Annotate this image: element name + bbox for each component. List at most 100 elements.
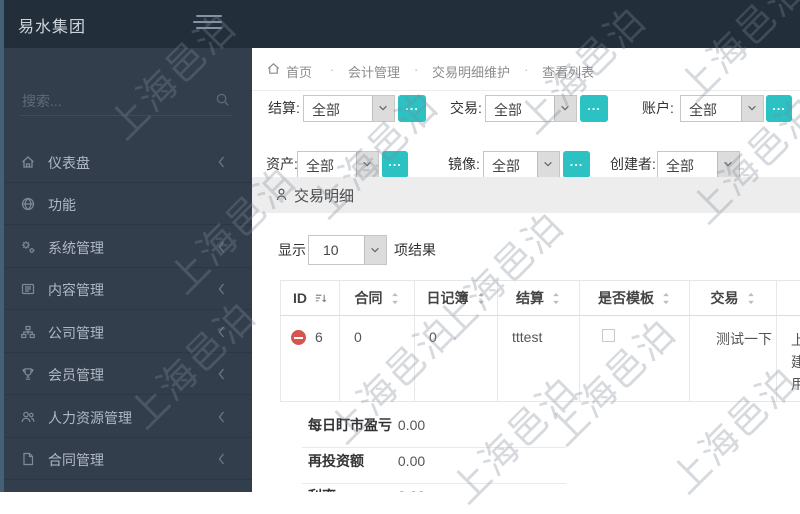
column-header-is-template[interactable]: 是否模板	[580, 280, 690, 316]
breadcrumb-separator: ·	[330, 62, 335, 77]
cell-settlement: tttest	[498, 316, 580, 402]
chevron-down-icon	[364, 236, 386, 264]
asset-filter-label: 资产:	[266, 156, 298, 172]
cell-contract-value: 0	[354, 329, 362, 345]
page-size-prefix: 显示	[278, 242, 306, 258]
sidebar-item-dashboard[interactable]: 仪表盘	[0, 141, 252, 183]
sidebar-item-company-mgmt[interactable]: 公司管理	[0, 311, 252, 353]
breadcrumb-item-trade-detail-maint[interactable]: 交易明细维护	[432, 62, 510, 81]
top-header-bar: 易水集团	[0, 0, 800, 48]
sidebar-item-system-mgmt[interactable]: 系统管理	[0, 226, 252, 268]
is-template-checkbox[interactable]	[602, 329, 615, 342]
column-header-label: 日记簿	[426, 290, 469, 306]
creator-filter-value: 全部	[666, 158, 694, 174]
sidebar-item-contract-mgmt[interactable]: 合同管理	[0, 438, 252, 480]
creator-filter-select[interactable]: 全部	[657, 151, 740, 178]
account-filter-label: 账户:	[642, 100, 674, 116]
trade-filter-label: 交易:	[450, 100, 482, 116]
chevron-down-icon	[554, 96, 576, 121]
column-header-journal[interactable]: 日记簿	[415, 280, 498, 316]
cell-is-template	[580, 316, 690, 402]
settlement-filter-select[interactable]: 全部	[303, 95, 395, 122]
chevron-down-icon	[372, 96, 394, 121]
sidebar-item-member-mgmt[interactable]: 会员管理	[0, 353, 252, 395]
asset-filter-more-button[interactable]: ...	[382, 151, 408, 178]
column-header-trade[interactable]: 交易	[690, 280, 777, 316]
newspaper-icon	[20, 281, 36, 297]
contract-icon	[20, 451, 36, 467]
page-size-value: 10	[323, 242, 339, 258]
hamburger-menu-icon[interactable]	[193, 15, 222, 33]
detail-value: 0.00	[397, 453, 426, 469]
breadcrumb: 首页 · 会计管理 · 交易明细维护 · 查看列表	[252, 48, 800, 91]
search-input[interactable]: 搜索...	[20, 86, 232, 116]
chevron-left-icon	[217, 368, 226, 380]
mirror-filter-more-button[interactable]: ...	[563, 151, 590, 178]
column-header-label: 是否模板	[598, 290, 654, 306]
chevron-left-icon	[217, 283, 226, 295]
detail-label: 再投资额	[308, 453, 364, 469]
column-header-label: ID	[293, 290, 307, 306]
column-header-label: 合同	[354, 290, 383, 306]
globe-icon	[20, 196, 36, 212]
cell-journal: 0	[415, 316, 498, 402]
breadcrumb-item-home[interactable]: 首页	[286, 62, 312, 81]
creator-filter-label: 创建者:	[610, 156, 656, 172]
column-header-label: 结算	[516, 290, 544, 306]
detail-value: 0.00	[398, 488, 425, 492]
users-icon	[20, 409, 36, 425]
search-placeholder: 搜索...	[22, 93, 62, 109]
mirror-filter-select[interactable]: 全部	[483, 151, 560, 178]
sidebar-item-label: 内容管理	[48, 282, 104, 298]
column-header-contract[interactable]: 合同	[340, 280, 415, 316]
sort-icon	[390, 292, 400, 305]
trade-filter-select[interactable]: 全部	[485, 95, 577, 122]
trophy-icon	[20, 366, 36, 382]
cell-clipped-line: 用	[791, 376, 800, 392]
breadcrumb-separator: ·	[524, 62, 529, 77]
breadcrumb-item-view-list[interactable]: 查看列表	[542, 62, 594, 81]
sidebar-item-label: 会员管理	[48, 367, 104, 383]
sidebar-item-label: 仪表盘	[48, 155, 90, 171]
chevron-down-icon	[717, 152, 739, 177]
settlement-filter-more-button[interactable]: ...	[398, 95, 426, 122]
cell-trade: 测试一下	[690, 316, 777, 402]
sitemap-icon	[20, 324, 36, 340]
cell-clipped: 上 建 用	[777, 316, 800, 402]
page-size-select[interactable]: 10	[308, 235, 387, 265]
account-filter-select[interactable]: 全部	[680, 95, 764, 122]
cell-id: 6	[280, 316, 340, 402]
column-header-clipped[interactable]	[777, 280, 800, 316]
cogs-icon	[20, 239, 36, 255]
main-content: 首页 · 会计管理 · 交易明细维护 · 查看列表 结算: 全部 ... 交易:…	[252, 48, 800, 492]
sidebar-item-label: 人力资源管理	[48, 410, 132, 426]
detail-label: 利率	[308, 486, 394, 492]
sidebar-item-label: 系统管理	[48, 240, 104, 256]
column-header-settlement[interactable]: 结算	[498, 280, 580, 316]
detail-row-rate: 利率 0.00	[302, 475, 566, 492]
cell-trade-value: 测试一下	[716, 331, 772, 347]
column-header-id[interactable]: ID	[280, 280, 340, 316]
breadcrumb-item-accounting[interactable]: 会计管理	[348, 62, 400, 81]
section-title: 交易明细	[294, 188, 355, 205]
settlement-filter-value: 全部	[312, 102, 340, 118]
home-icon	[20, 154, 36, 170]
cell-id-value: 6	[315, 329, 323, 345]
trade-filter-more-button[interactable]: ...	[580, 95, 608, 122]
sidebar-item-content-mgmt[interactable]: 内容管理	[0, 268, 252, 310]
page-size-suffix: 项结果	[394, 242, 436, 258]
account-filter-more-button[interactable]: ...	[766, 95, 792, 122]
asset-filter-select[interactable]: 全部	[297, 151, 379, 178]
cell-clipped-line: 建	[791, 354, 800, 370]
settlement-filter-label: 结算:	[268, 100, 300, 116]
cell-clipped-line: 上	[791, 332, 800, 348]
search-icon	[215, 92, 230, 107]
breadcrumb-separator: ·	[414, 62, 419, 77]
sidebar-item-hr-mgmt[interactable]: 人力资源管理	[0, 396, 252, 438]
collapse-row-icon[interactable]	[291, 330, 306, 345]
chevron-left-icon	[217, 453, 226, 465]
mirror-filter-label: 镜像:	[448, 156, 480, 172]
column-header-label: 交易	[710, 290, 739, 306]
sidebar-item-functions[interactable]: 功能	[0, 183, 252, 225]
cell-contract: 0	[340, 316, 415, 402]
